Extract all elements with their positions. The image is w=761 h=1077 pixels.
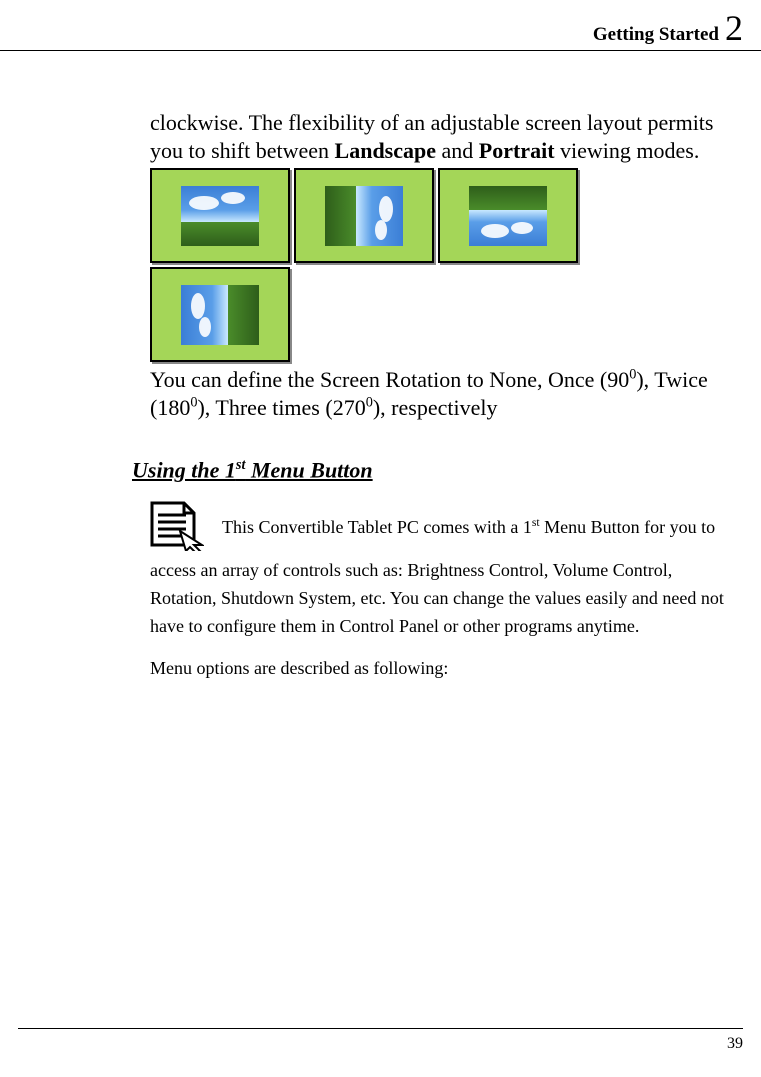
rotation-thumbnails-row-1 [150,168,743,263]
page-header: Getting Started 2 [0,0,761,51]
rotation-thumb-0deg [150,168,290,263]
section-heading-menu-button: Using the 1st Menu Button [132,457,743,483]
page-number: 39 [727,1035,743,1052]
page-content: clockwise. The flexibility of an adjusta… [0,51,761,683]
rotation-thumb-270deg [150,267,290,362]
page-footer: 39 [18,1028,743,1053]
rotation-thumb-180deg [438,168,578,263]
header-title: Getting Started [593,24,719,46]
text-fragment: and [436,138,479,163]
paragraph-rotation-degrees: You can define the Screen Rotation to No… [150,366,743,421]
heading-text: Menu Button [245,457,372,482]
menu-document-icon [150,501,204,551]
text-fragment: ), respectively [373,395,498,420]
text-fragment: You can define the Screen Rotation to No… [150,367,629,392]
superscript-degree: 0 [366,394,373,410]
chapter-number: 2 [725,10,743,46]
paragraph-menu-options: Menu options are described as following: [150,655,743,683]
rotation-thumbnails-row-2 [150,267,743,362]
heading-text: Using the 1 [132,457,236,482]
rotation-thumb-90deg [294,168,434,263]
paragraph-menu-button: This Convertible Tablet PC comes with a … [150,501,743,641]
text-fragment: viewing modes. [555,138,700,163]
text-fragment: This Convertible Tablet PC comes with a … [222,517,532,537]
landscape-word: Landscape [335,138,436,163]
paragraph-rotation-intro: clockwise. The flexibility of an adjusta… [150,109,743,164]
superscript-st: st [532,516,540,529]
portrait-word: Portrait [479,138,555,163]
text-fragment: ), Three times (270 [197,395,365,420]
